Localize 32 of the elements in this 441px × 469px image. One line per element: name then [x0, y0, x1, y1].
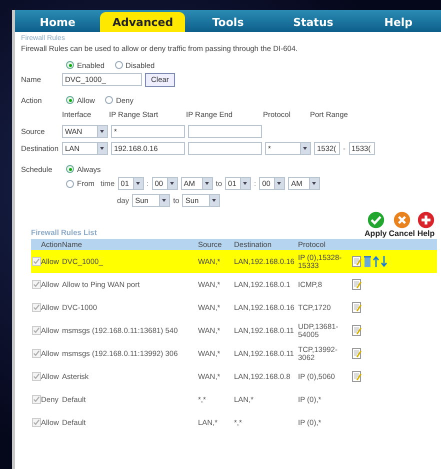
ip-end-field[interactable] [188, 125, 262, 138]
rule-checkbox[interactable] [32, 418, 40, 427]
radio-button[interactable] [104, 96, 113, 104]
up-arrow-icon[interactable] [373, 256, 379, 267]
apply-button[interactable]: Apply [364, 211, 387, 238]
cancel-button[interactable]: Cancel [388, 211, 415, 238]
edit-icon[interactable] [352, 371, 362, 382]
rule-checkbox[interactable] [32, 326, 40, 335]
nav-tab[interactable]: Status [270, 12, 356, 32]
down-arrow-icon[interactable] [381, 256, 387, 267]
edit-icon[interactable] [352, 279, 362, 290]
nav-tab[interactable]: Home [15, 12, 100, 32]
rule-checkbox[interactable] [32, 395, 40, 404]
edit-icon[interactable] [352, 348, 362, 359]
ip-end-field[interactable] [188, 142, 262, 155]
edit-icon[interactable] [352, 302, 362, 313]
nav-tab[interactable]: Tools [185, 12, 271, 32]
radio-button[interactable] [114, 61, 123, 69]
edit-icon[interactable] [352, 325, 362, 336]
radio-button[interactable] [66, 165, 74, 173]
rule-checkbox[interactable] [32, 372, 40, 381]
nav-tab[interactable]: Help [356, 12, 441, 32]
nav-tab[interactable]: Advanced [100, 12, 186, 32]
radio-button[interactable] [66, 180, 74, 188]
radio-button[interactable] [66, 96, 74, 104]
rule-checkbox[interactable] [32, 280, 40, 289]
rule-checkbox[interactable] [32, 349, 40, 358]
rule-checkbox[interactable] [32, 257, 40, 266]
rule-checkbox[interactable] [32, 303, 40, 312]
edit-icon[interactable] [352, 256, 362, 267]
trash-icon[interactable] [364, 256, 371, 267]
radio-button[interactable] [66, 61, 74, 69]
